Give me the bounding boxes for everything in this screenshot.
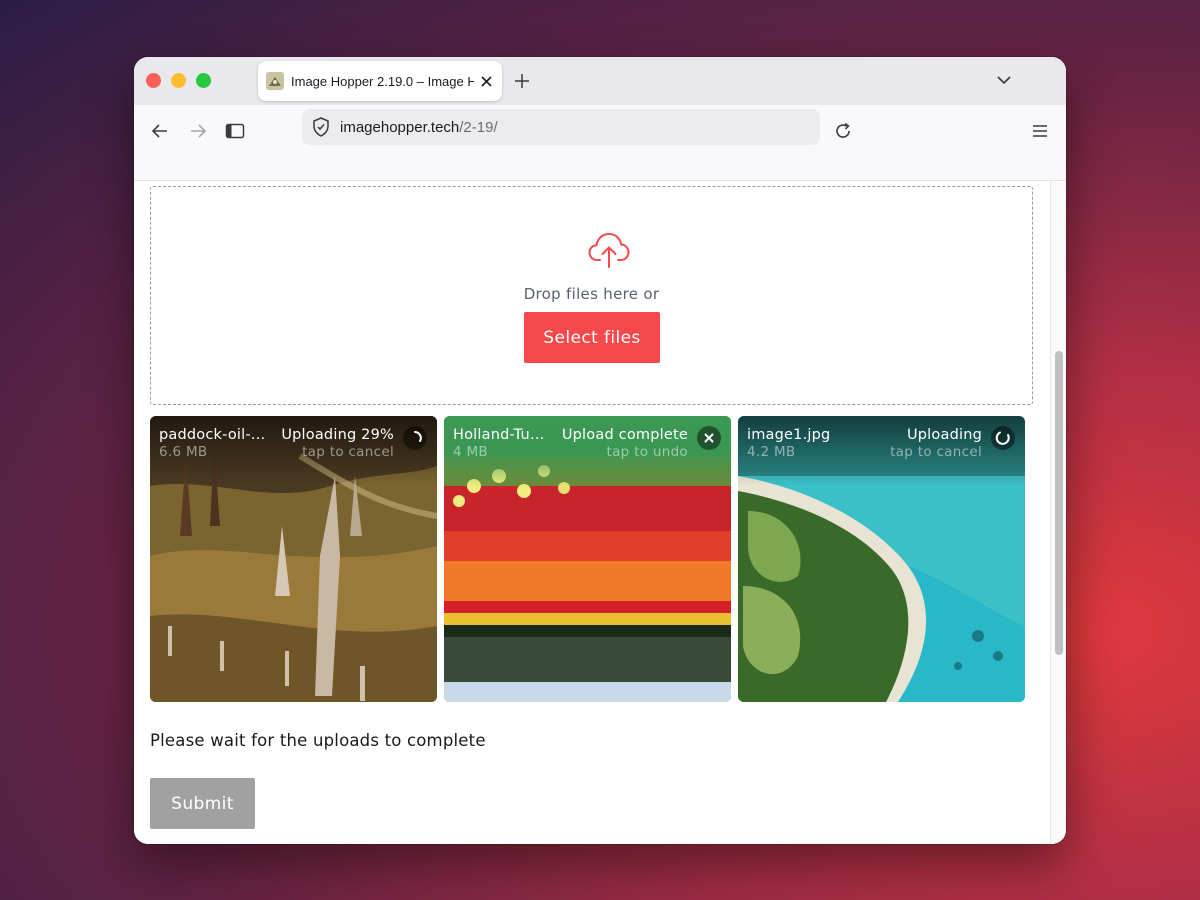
browser-window: Image Hopper 2.19.0 – Image Hopper image…	[134, 57, 1066, 844]
zoom-window-button[interactable]	[196, 73, 211, 88]
file-card-holland[interactable]: Holland-Tu… 4 MB Upload complete tap to …	[444, 416, 731, 702]
file-card-image1[interactable]: image1.jpg 4.2 MB Uploading tap to cance…	[738, 416, 1025, 702]
title-bar: Image Hopper 2.19.0 – Image Hopper	[134, 57, 1066, 105]
file-name: image1.jpg	[747, 427, 831, 443]
file-name: paddock-oil-…	[159, 427, 266, 443]
upload-wait-message: Please wait for the uploads to complete	[150, 731, 486, 750]
upload-hint: tap to cancel	[302, 444, 394, 460]
page-content: Drop files here or Select files paddock-…	[134, 181, 1050, 844]
minimize-window-button[interactable]	[171, 73, 186, 88]
spinner-icon[interactable]	[403, 426, 427, 450]
tab-image-hopper[interactable]: Image Hopper 2.19.0 – Image Hopper	[258, 61, 502, 101]
dropzone-prompt: Drop files here or	[523, 285, 660, 303]
file-dropzone[interactable]: Drop files here or Select files	[150, 186, 1033, 405]
chevron-down-icon[interactable]	[995, 71, 1013, 89]
navigation-toolbar: imagehopper.tech/2-19/	[134, 105, 1066, 181]
scrollbar-thumb[interactable]	[1055, 351, 1063, 655]
file-size: 6.6 MB	[159, 444, 208, 460]
url-host: imagehopper.tech	[340, 118, 460, 136]
submit-button[interactable]: Submit	[150, 778, 255, 829]
select-files-button[interactable]: Select files	[524, 312, 660, 363]
cloud-upload-icon	[588, 231, 630, 269]
upload-status: Uploading 29%	[281, 427, 394, 443]
upload-status: Upload complete	[561, 427, 688, 443]
upload-status: Uploading	[906, 427, 982, 443]
file-card-paddock[interactable]: paddock-oil-… 6.6 MB Uploading 29% tap t…	[150, 416, 437, 702]
hamburger-menu-icon[interactable]	[1024, 115, 1056, 147]
file-size: 4 MB	[453, 444, 488, 460]
tab-title: Image Hopper 2.19.0 – Image Hopper	[291, 73, 475, 89]
url-path: /2-19/	[459, 118, 498, 136]
new-tab-icon[interactable]	[512, 71, 532, 91]
file-name: Holland-Tu…	[453, 427, 545, 443]
shield-icon[interactable]	[310, 116, 332, 138]
file-size: 4.2 MB	[747, 444, 796, 460]
forward-arrow-icon[interactable]	[182, 115, 214, 147]
upload-hint: tap to undo	[606, 444, 688, 460]
back-arrow-icon[interactable]	[144, 115, 176, 147]
tab-close-icon[interactable]	[478, 73, 494, 89]
site-favicon-icon	[266, 72, 284, 90]
spinner-icon[interactable]	[991, 426, 1015, 450]
reload-icon[interactable]	[827, 115, 859, 147]
close-icon[interactable]	[697, 426, 721, 450]
scrollbar[interactable]	[1050, 181, 1066, 844]
address-bar[interactable]: imagehopper.tech/2-19/	[302, 109, 820, 145]
close-window-button[interactable]	[146, 73, 161, 88]
sidebar-toggle-icon[interactable]	[219, 115, 251, 147]
upload-hint: tap to cancel	[890, 444, 982, 460]
